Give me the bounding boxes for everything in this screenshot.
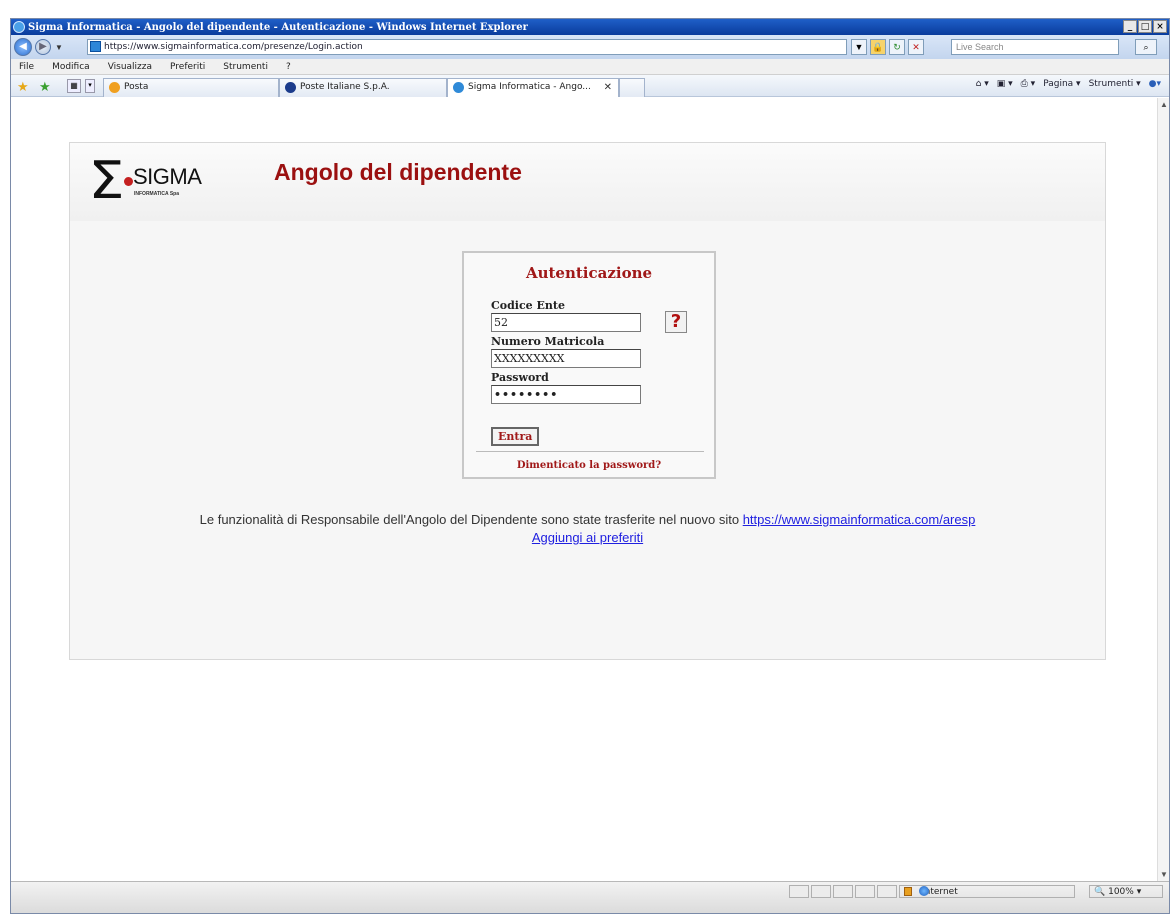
zoom-control[interactable]: 🔍 100% ▾ [1089, 885, 1163, 898]
title-bar: Sigma Informatica - Angolo del dipendent… [11, 19, 1169, 35]
aresp-link[interactable]: https://www.sigmainformatica.com/aresp [743, 512, 976, 527]
print-icon[interactable]: ⎙ ▾ [1021, 79, 1036, 89]
globe-icon [919, 886, 929, 896]
codice-ente-field[interactable]: 52 [491, 313, 641, 332]
tools-menu[interactable]: Strumenti ▾ [1089, 79, 1141, 89]
scroll-up-icon[interactable]: ▲ [1160, 100, 1168, 109]
status-cell [855, 885, 875, 898]
favorites-star-icon[interactable]: ★ [17, 79, 29, 95]
address-bar: ◀ ▶ ▼ https://www.sigmainformatica.com/p… [11, 35, 1169, 59]
tab-poste-italiane[interactable]: Poste Italiane S.p.A. [279, 78, 447, 97]
menu-strumenti[interactable]: Strumenti [223, 62, 268, 72]
refresh-icon[interactable]: ↻ [889, 39, 905, 55]
tab-sigma[interactable]: Sigma Informatica - Ango... ✕ [447, 78, 619, 97]
menu-file[interactable]: File [19, 62, 34, 72]
matricola-field[interactable]: XXXXXXXXX [491, 349, 641, 368]
status-bar: Internet 🔍 100% ▾ [11, 881, 1169, 913]
window-controls: _ □ × [1123, 20, 1167, 33]
page-menu[interactable]: Pagina ▾ [1043, 79, 1080, 89]
notice-text: Le funzionalità di Responsabile dell'Ang… [70, 512, 1105, 527]
search-input[interactable]: Live Search [951, 39, 1119, 55]
matricola-label: Numero Matricola [491, 335, 605, 348]
zoom-icon: 🔍 [1094, 887, 1106, 897]
zoom-level: 100% [1108, 887, 1134, 897]
menu-visualizza[interactable]: Visualizza [108, 62, 152, 72]
feeds-icon[interactable]: ▣ ▾ [997, 79, 1013, 89]
poste-icon [285, 82, 296, 93]
favorites-bar: ★ ★ ▦ ▾ Posta Poste Italiane S.p.A. Sigm… [11, 75, 1169, 97]
ie-logo-icon [13, 21, 25, 33]
posta-icon [109, 82, 120, 93]
sigma-page-icon [453, 82, 464, 93]
codice-ente-label: Codice Ente [491, 299, 565, 312]
status-cell [877, 885, 897, 898]
logo-dot [124, 177, 133, 186]
page-content: Σ SIGMA INFORMATICA Spa Angolo del dipen… [11, 98, 1157, 881]
status-cells [789, 885, 897, 898]
maximize-button[interactable]: □ [1138, 20, 1152, 33]
back-button[interactable]: ◀ [14, 38, 32, 56]
menu-preferiti[interactable]: Preferiti [170, 62, 205, 72]
protected-mode-icon[interactable] [904, 887, 912, 896]
status-cell [811, 885, 831, 898]
status-cell [833, 885, 853, 898]
quick-tabs-icon[interactable]: ▦ [67, 79, 81, 93]
close-tab-icon[interactable]: ✕ [604, 79, 612, 96]
chevron-down-icon: ▾ [1136, 887, 1142, 897]
help-button[interactable]: ? [665, 311, 687, 333]
notice-message: Le funzionalità di Responsabile dell'Ang… [199, 512, 743, 527]
menu-bar: File Modifica Visualizza Preferiti Strum… [11, 59, 1169, 75]
history-dropdown-icon[interactable]: ▼ [55, 43, 63, 52]
status-cell [789, 885, 809, 898]
forward-button[interactable]: ▶ [35, 39, 51, 55]
tab-label: Poste Italiane S.p.A. [300, 82, 390, 92]
window-title: Sigma Informatica - Angolo del dipendent… [28, 21, 528, 33]
login-title: Autenticazione [525, 264, 653, 282]
minimize-button[interactable]: _ [1123, 20, 1137, 33]
password-field[interactable]: •••••••• [491, 385, 641, 404]
home-icon[interactable]: ⌂ ▾ [976, 79, 989, 89]
forgot-password-link[interactable]: Dimenticato la password? [464, 460, 714, 471]
page-title: Angolo del dipendente [274, 159, 522, 185]
logo-text: SIGMA [133, 164, 202, 189]
new-tab-button[interactable] [619, 78, 645, 97]
close-window-button[interactable]: × [1153, 20, 1167, 33]
tab-label: Sigma Informatica - Ango... [468, 82, 591, 92]
sigma-logo-icon: Σ [88, 151, 125, 211]
url-field[interactable]: https://www.sigmainformatica.com/presenz… [87, 39, 847, 55]
login-button[interactable]: Entra [491, 427, 540, 446]
tab-posta[interactable]: Posta [103, 78, 279, 97]
add-favorite-icon[interactable]: ★ [39, 79, 51, 95]
stop-icon[interactable]: ✕ [908, 39, 924, 55]
menu-help[interactable]: ? [286, 62, 291, 72]
lock-icon[interactable]: 🔒 [870, 39, 886, 55]
vertical-scrollbar[interactable]: ▲ ▼ [1157, 98, 1169, 881]
address-tools: ▼ 🔒 ↻ ✕ [851, 39, 924, 55]
help-icon[interactable]: ●▾ [1149, 79, 1161, 89]
command-bar: ⌂ ▾ ▣ ▾ ⎙ ▾ Pagina ▾ Strumenti ▾ ●▾ [976, 79, 1161, 89]
logo-subtitle: INFORMATICA Spa [134, 191, 179, 197]
password-label: Password [491, 371, 549, 384]
tab-list-icon[interactable]: ▾ [85, 79, 95, 93]
main-panel: Σ SIGMA INFORMATICA Spa Angolo del dipen… [69, 142, 1106, 660]
browser-window: Sigma Informatica - Angolo del dipendent… [10, 18, 1170, 914]
divider [476, 451, 704, 452]
menu-modifica[interactable]: Modifica [52, 62, 90, 72]
scroll-down-icon[interactable]: ▼ [1160, 870, 1168, 879]
search-icon[interactable]: ⌕ [1135, 39, 1157, 55]
dropdown-icon[interactable]: ▼ [851, 39, 867, 55]
page-icon [90, 41, 101, 52]
page-header: Σ SIGMA INFORMATICA Spa Angolo del dipen… [70, 143, 1105, 221]
add-favorites-link[interactable]: Aggiungi ai preferiti [70, 530, 1105, 545]
tab-label: Posta [124, 82, 149, 92]
login-form: Autenticazione Codice Ente 52 ? Numero M… [462, 251, 716, 479]
